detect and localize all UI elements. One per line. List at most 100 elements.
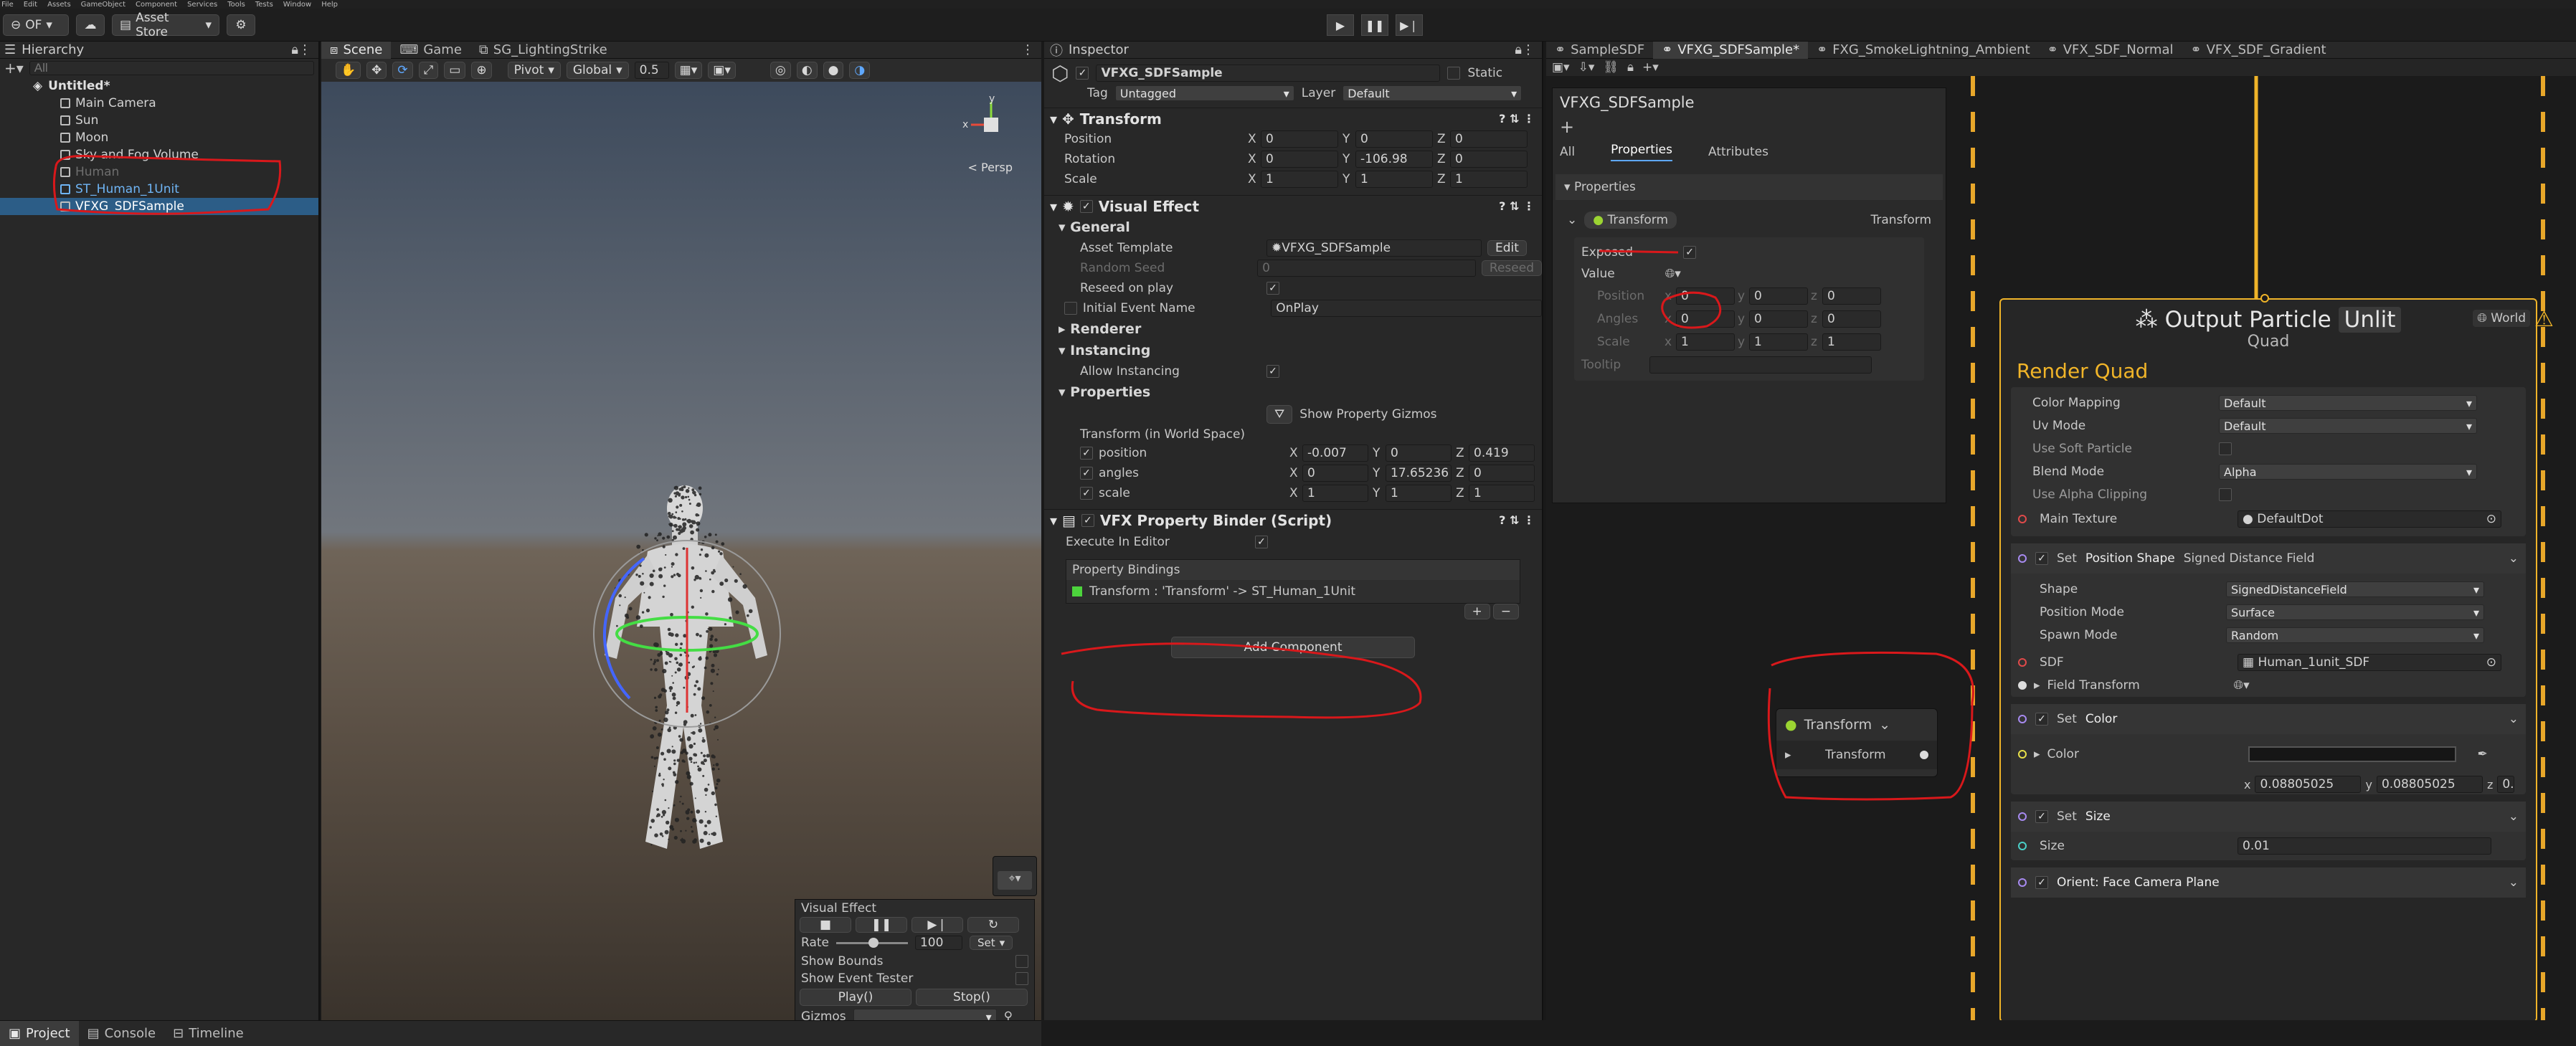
set-size-block[interactable]: ✓ Set Size ⌄ Size 0.01 <box>2011 802 2526 860</box>
tab-project[interactable]: ▣ Project <box>0 1020 79 1046</box>
menu-edit[interactable]: Edit <box>24 1 37 9</box>
render-setting-checkbox[interactable] <box>2219 488 2232 501</box>
chevron-down-icon[interactable]: ⌄ <box>2509 551 2519 566</box>
space-globe-icon[interactable]: 🌐︎▾ <box>1665 267 1681 281</box>
play-button[interactable]: Play() <box>800 989 911 1006</box>
render-setting-dropdown[interactable]: Default ▾ <box>2219 395 2477 411</box>
scale-tool-icon[interactable]: ⤢ <box>418 62 439 79</box>
size-field[interactable]: 0.01 <box>2238 837 2491 855</box>
warning-icon[interactable]: ⚠ <box>2534 307 2554 332</box>
import-icon[interactable]: ⇩▾ <box>1578 60 1595 75</box>
add-node-icon[interactable]: +▾ <box>1642 60 1659 75</box>
transform-node[interactable]: ● Transform ⌄ ▸ Transform <box>1776 708 1938 777</box>
vector-y-field[interactable]: 17.65236 <box>1386 465 1452 482</box>
field-checkbox[interactable]: ✓ <box>1080 447 1093 460</box>
tab-sg-lightingstrike[interactable]: ⧉ SG_LightingStrike <box>470 42 616 59</box>
menu-component[interactable]: Component <box>136 1 177 9</box>
menu-tests[interactable]: Tests <box>255 1 273 9</box>
component-menu-icon[interactable]: ? ⇅ ⋮ <box>1499 199 1535 213</box>
hierarchy-item[interactable]: Moon <box>0 129 318 146</box>
object-picker-icon[interactable]: ⊙ <box>2486 655 2496 670</box>
pivot-dropdown[interactable]: Pivot ▾ <box>507 62 561 79</box>
vector-field[interactable]: 1 <box>1749 333 1808 351</box>
random-seed-field[interactable]: 0 <box>1257 260 1476 277</box>
gizmo-globe-icon[interactable]: ◎ <box>770 62 791 79</box>
layer-dropdown[interactable]: Default ▾ <box>1343 85 1523 101</box>
vector-x-field[interactable]: 0 <box>1302 465 1368 482</box>
vfx-tab[interactable]: ⚭ VFXG_SDFSample* <box>1653 41 1809 59</box>
allow-instancing-checkbox[interactable]: ✓ <box>1266 365 1279 378</box>
remove-binding-button[interactable]: − <box>1492 604 1519 619</box>
stop-icon[interactable]: ■ <box>800 917 851 933</box>
output-particle-context[interactable]: ⁂ Output Particle Unlit 🌐︎ World Quad Rend… <box>1999 294 2537 1022</box>
field-checkbox[interactable]: ✓ <box>1080 467 1093 480</box>
active-checkbox[interactable]: ✓ <box>1076 67 1089 80</box>
vfx-tab[interactable]: ⚭ VFX_SDF_Gradient <box>2182 42 2335 59</box>
restart-icon[interactable]: ↻ <box>967 917 1019 933</box>
vector-field[interactable]: 0 <box>1822 287 1881 305</box>
render-setting-dropdown[interactable]: Default ▾ <box>2219 418 2477 434</box>
static-checkbox[interactable] <box>1447 67 1461 80</box>
add-binding-button[interactable]: + <box>1464 604 1490 619</box>
more-icon[interactable]: ⋮ <box>1021 42 1034 57</box>
menu-help[interactable]: Help <box>321 1 338 9</box>
asset-template-field[interactable]: ✹ VFXG_SDFSample <box>1266 239 1482 257</box>
vector-field[interactable]: 0 <box>1676 287 1735 305</box>
tab-game[interactable]: ⌨ Game <box>391 42 470 59</box>
set-dropdown[interactable]: Set ▾ <box>969 936 1013 950</box>
object-picker-icon[interactable]: ⊙ <box>2486 512 2496 526</box>
hierarchy-item[interactable]: VFXG_SDFSample <box>0 198 318 215</box>
vector-z-field[interactable]: 1 <box>1450 171 1528 188</box>
transform-tool-icon[interactable]: ⊕ <box>471 62 492 79</box>
component-menu-icon[interactable]: ? ⇅ ⋮ <box>1499 112 1535 125</box>
menu-services[interactable]: Services <box>187 1 217 9</box>
vector-z-field[interactable]: 0 <box>1450 151 1528 168</box>
initial-event-checkbox[interactable] <box>1064 302 1077 315</box>
menu-assets[interactable]: Assets <box>47 1 71 9</box>
chevron-down-icon[interactable]: ⌄ <box>2509 809 2519 824</box>
show-event-tester-checkbox[interactable] <box>1015 972 1028 985</box>
blackboard-tab[interactable]: Attributes <box>1708 145 1768 159</box>
overlay-toolbar[interactable]: ⌖▾ <box>993 856 1037 896</box>
perspective-label[interactable]: < Persp <box>968 161 1013 174</box>
scene-root[interactable]: ◈ Untitled* <box>0 77 318 95</box>
hierarchy-item[interactable]: Main Camera <box>0 95 318 112</box>
hierarchy-item[interactable]: Sky and Fog Volume <box>0 146 318 163</box>
scene-viewport[interactable]: y x < Persp ⌖▾ Visual Effect ■ ❚❚ ▶❘ ↻ R… <box>321 82 1041 1024</box>
vfx-tab[interactable]: ⚭ FXG_SmokeLightning_Ambient <box>1808 42 2039 59</box>
rate-field[interactable]: 100 <box>914 936 962 950</box>
flow-input-port[interactable] <box>2260 294 2269 303</box>
lock-icon[interactable]: 🔒︎⋮ <box>1515 42 1535 57</box>
vector-x-field[interactable]: 1 <box>1302 485 1368 502</box>
step-button[interactable]: ▶❘ <box>1396 14 1423 36</box>
menu-file[interactable]: File <box>1 1 14 9</box>
vector-y-field[interactable]: 0 <box>1386 444 1452 462</box>
transform-property-pill[interactable]: ● Transform <box>1584 211 1677 229</box>
gizmo-toggle-icon[interactable]: ⛛ <box>1266 405 1293 424</box>
hierarchy-item[interactable]: ST_Human_1Unit <box>0 181 318 198</box>
sdf-field[interactable]: ▦ Human_1unit_SDF ⊙ <box>2238 654 2501 671</box>
vfx-tab[interactable]: ⚭ SampleSDF <box>1546 42 1653 59</box>
tab-timeline[interactable]: ⊟ Timeline <box>164 1021 252 1046</box>
object-name-field[interactable]: VFXG_SDFSample <box>1096 65 1441 82</box>
view-tool-icon[interactable]: ⌖▾ <box>998 871 1032 890</box>
link-icon[interactable]: ⛓ <box>1603 60 1619 75</box>
properties-section[interactable]: ▾ Properties <box>1555 174 1943 200</box>
vector-field[interactable]: 1 <box>1676 333 1735 351</box>
output-port[interactable] <box>1919 751 1928 759</box>
vector-y-field[interactable]: 1 <box>1386 485 1452 502</box>
play-button[interactable]: ▶ <box>1327 14 1354 36</box>
exposed-checkbox[interactable]: ✓ <box>1683 246 1697 259</box>
lock-icon[interactable]: 🔒︎ <box>1627 60 1634 75</box>
vector-x-field[interactable]: 1 <box>1261 171 1338 188</box>
reseed-on-play-checkbox[interactable]: ✓ <box>1266 282 1279 295</box>
orientation-gizmo[interactable]: y x <box>962 93 1020 153</box>
vector-x-field[interactable]: -0.007 <box>1302 444 1368 462</box>
binder-header[interactable]: ▾ ▤ ✓ VFX Property Binder (Script)? ⇅ ⋮ <box>1044 509 1542 531</box>
vfx-tab[interactable]: ⚭ VFX_SDF_Normal <box>2039 42 2182 59</box>
space-globe-icon[interactable]: 🌐︎▾ <box>2234 678 2250 693</box>
renderer-foldout[interactable]: ▸ Renderer <box>1044 318 1542 340</box>
blackboard-tab[interactable]: Properties <box>1611 143 1672 161</box>
menu-gameobject[interactable]: GameObject <box>81 1 126 9</box>
vector-z-field[interactable]: 0.419 <box>1469 444 1535 462</box>
